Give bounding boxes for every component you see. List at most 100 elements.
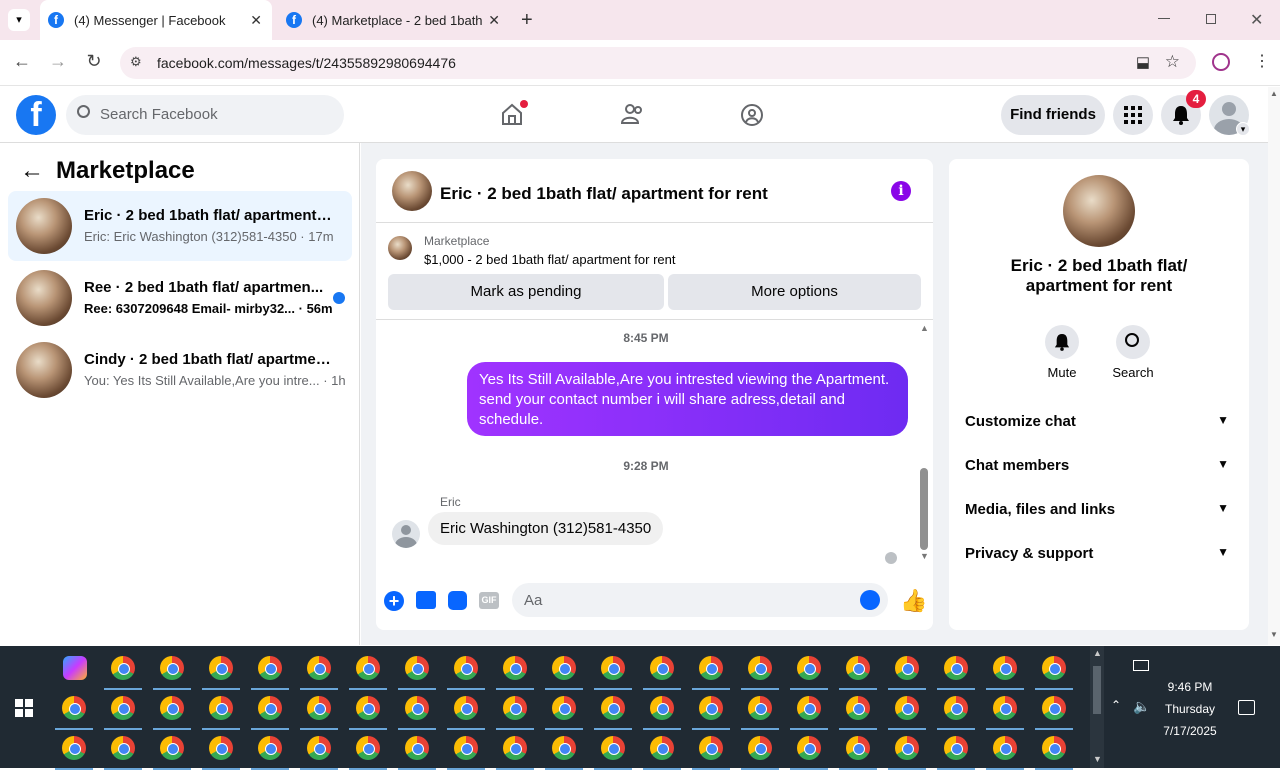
chrome-profile-app-icon[interactable] <box>748 696 772 720</box>
chrome-profile-app-icon[interactable] <box>356 736 380 760</box>
incoming-message-bubble[interactable]: Eric Washington (312)581-4350 <box>428 512 664 545</box>
chrome-profile-app-icon[interactable] <box>650 656 674 680</box>
scroll-up-icon[interactable]: ▲ <box>1270 89 1278 98</box>
chrome-profile-app-icon[interactable] <box>258 736 282 760</box>
chrome-profile-app-icon[interactable] <box>1042 696 1066 720</box>
media-files-links-section[interactable]: Media, files and links ▼ <box>965 501 1233 518</box>
conversation-item-eric[interactable]: Eric · 2 bed 1bath flat/ apartment f... … <box>8 191 352 261</box>
chrome-profile-app-icon[interactable] <box>601 656 625 680</box>
chrome-profile-app-icon[interactable] <box>797 656 821 680</box>
chrome-profile-app-icon[interactable] <box>111 656 135 680</box>
chrome-profile-app-icon[interactable] <box>307 736 331 760</box>
chrome-profile-app-icon[interactable] <box>552 736 576 760</box>
chrome-profile-app-icon[interactable] <box>307 656 331 680</box>
chrome-profile-app-icon[interactable] <box>944 656 968 680</box>
chrome-profile-app-icon[interactable] <box>258 696 282 720</box>
tab-list-button[interactable]: ▾ <box>8 9 30 31</box>
page-scrollbar[interactable]: ▲ ▼ <box>1268 87 1280 645</box>
chrome-profile-app-icon[interactable] <box>258 656 282 680</box>
chrome-profile-app-icon[interactable] <box>160 736 184 760</box>
close-tab-icon[interactable]: ✕ <box>488 12 500 29</box>
gif-icon[interactable]: GIF <box>479 592 499 609</box>
photo-icon[interactable] <box>416 591 436 609</box>
listing-title[interactable]: $1,000 - 2 bed 1bath flat/ apartment for… <box>424 252 676 267</box>
facebook-logo[interactable]: f <box>16 95 56 135</box>
install-app-icon[interactable]: ⬓ <box>1136 53 1150 71</box>
scroll-down-icon[interactable]: ▼ <box>1270 630 1278 639</box>
mark-as-pending-button[interactable]: Mark as pending <box>388 274 664 310</box>
sender-avatar[interactable] <box>392 520 420 548</box>
back-icon[interactable]: ← <box>10 51 34 72</box>
chrome-profile-app-icon[interactable] <box>62 736 86 760</box>
scroll-thumb[interactable] <box>1093 666 1101 714</box>
chrome-profile-app-icon[interactable] <box>503 656 527 680</box>
chrome-profile-app-icon[interactable] <box>699 696 723 720</box>
chat-members-section[interactable]: Chat members ▼ <box>965 457 1233 474</box>
chrome-profile-app-icon[interactable] <box>601 736 625 760</box>
tab-messenger[interactable]: f (4) Messenger | Facebook ✕ <box>40 0 272 40</box>
chrome-profile-app-icon[interactable] <box>503 696 527 720</box>
chrome-profile-app-icon[interactable] <box>209 656 233 680</box>
forward-icon[interactable]: → <box>46 51 70 72</box>
chrome-profile-app-icon[interactable] <box>209 736 233 760</box>
system-clock[interactable]: 9:46 PM Thursday 7/17/2025 <box>1140 676 1240 742</box>
chrome-profile-app-icon[interactable] <box>307 696 331 720</box>
chrome-profile-app-icon[interactable] <box>846 736 870 760</box>
emoji-icon[interactable] <box>860 590 880 610</box>
notifications-button[interactable]: 4 <box>1161 90 1206 135</box>
scroll-up-icon[interactable]: ▲ <box>1093 648 1102 658</box>
scroll-up-icon[interactable]: ▲ <box>920 323 929 333</box>
chrome-profile-app-icon[interactable] <box>748 736 772 760</box>
sticker-icon[interactable] <box>448 591 467 610</box>
chrome-profile-app-icon[interactable] <box>748 656 772 680</box>
chrome-profile-app-icon[interactable] <box>209 696 233 720</box>
new-tab-icon[interactable]: + <box>521 9 533 32</box>
back-arrow-icon[interactable]: ← <box>20 157 44 185</box>
listing-avatar-large[interactable] <box>1063 175 1135 247</box>
chrome-profile-app-icon[interactable] <box>699 656 723 680</box>
find-friends-button[interactable]: Find friends <box>1001 95 1105 135</box>
show-hidden-icons-chevron[interactable]: ⌃ <box>1111 698 1121 712</box>
chrome-profile-app-icon[interactable] <box>405 696 429 720</box>
chrome-profile-app-icon[interactable] <box>454 696 478 720</box>
listing-thumbnail-small[interactable] <box>388 236 412 260</box>
outgoing-message-bubble[interactable]: Yes Its Still Available,Are you intreste… <box>467 362 908 436</box>
chat-avatar[interactable] <box>392 171 432 211</box>
friends-nav-icon[interactable] <box>620 103 645 130</box>
chrome-profile-app-icon[interactable] <box>895 656 919 680</box>
scroll-thumb[interactable] <box>920 468 928 550</box>
chrome-profile-app-icon[interactable] <box>111 736 135 760</box>
chat-scrollbar[interactable]: ▲ ▼ <box>919 321 929 561</box>
chrome-profile-app-icon[interactable] <box>797 736 821 760</box>
conversation-item-cindy[interactable]: Cindy · 2 bed 1bath flat/ apartmen... Yo… <box>8 335 352 405</box>
scroll-down-icon[interactable]: ▼ <box>920 551 929 561</box>
add-plus-icon[interactable]: + <box>384 591 404 611</box>
windows-start-icon[interactable] <box>15 699 33 717</box>
chrome-profile-app-icon[interactable] <box>160 696 184 720</box>
search-conversation-button[interactable] <box>1116 325 1150 359</box>
close-window-icon[interactable]: ✕ <box>1250 10 1263 30</box>
mute-button[interactable] <box>1045 325 1079 359</box>
chrome-profile-app-icon[interactable] <box>552 656 576 680</box>
minimize-icon[interactable] <box>1158 18 1170 19</box>
chat-title[interactable]: Eric · 2 bed 1bath flat/ apartment for r… <box>440 184 768 204</box>
scroll-down-icon[interactable]: ▼ <box>1093 754 1102 764</box>
conversation-item-ree[interactable]: Ree · 2 bed 1bath flat/ apartmen... Ree:… <box>8 263 352 333</box>
message-input[interactable]: Aa <box>512 583 888 617</box>
notification-center-icon[interactable] <box>1238 700 1255 715</box>
url-text[interactable]: facebook.com/messages/t/2435589298069447… <box>157 55 456 71</box>
menu-grid-button[interactable] <box>1113 95 1153 135</box>
chrome-profile-app-icon[interactable] <box>1042 736 1066 760</box>
groups-nav-icon[interactable] <box>740 103 764 132</box>
chrome-profile-app-icon[interactable] <box>650 736 674 760</box>
chrome-profile-app-icon[interactable] <box>356 696 380 720</box>
tab-marketplace[interactable]: f (4) Marketplace - 2 bed 1bath f ✕ <box>280 0 510 40</box>
chrome-profile-app-icon[interactable] <box>1042 656 1066 680</box>
chrome-profile-app-icon[interactable] <box>993 696 1017 720</box>
chrome-profile-app-icon[interactable] <box>993 656 1017 680</box>
chrome-profile-app-icon[interactable] <box>650 696 674 720</box>
chrome-profile-app-icon[interactable] <box>944 696 968 720</box>
privacy-support-section[interactable]: Privacy & support ▼ <box>965 545 1233 562</box>
chrome-profile-app-icon[interactable] <box>503 736 527 760</box>
site-settings-icon[interactable]: ⚙ <box>130 54 142 70</box>
